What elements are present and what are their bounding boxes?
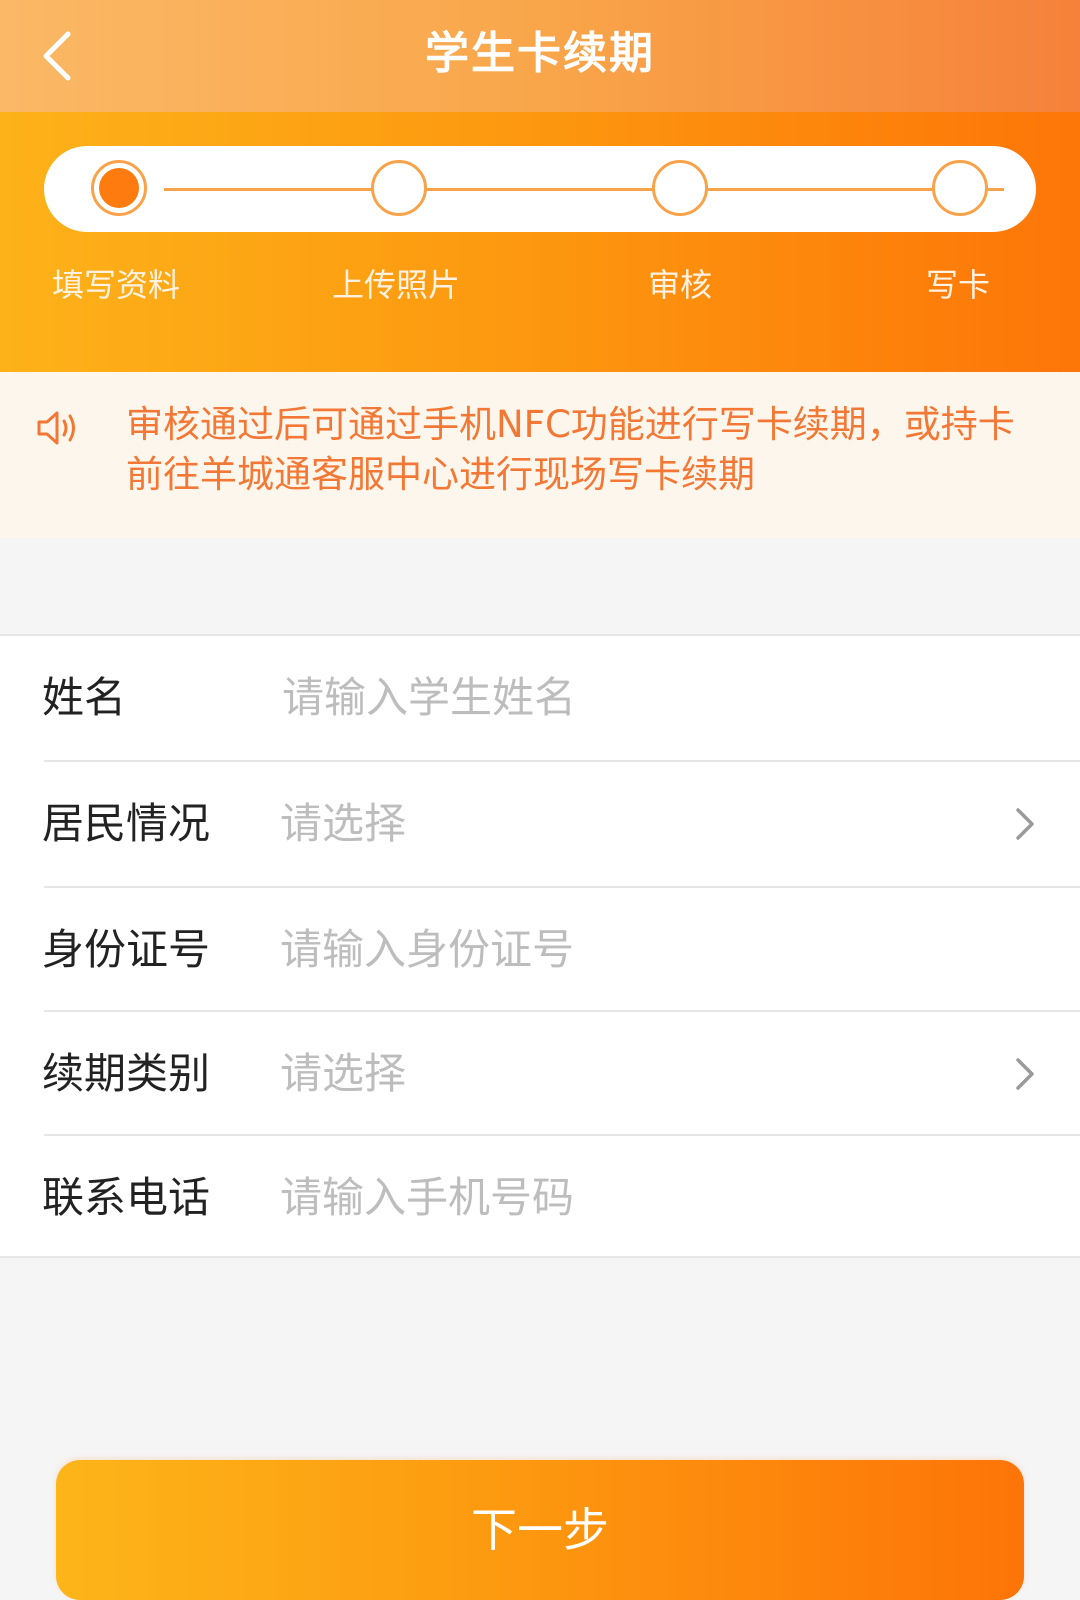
step-label-2: 上传照片 [332, 266, 461, 304]
field-phone-row[interactable]: 联系电话 [0, 1136, 1080, 1260]
phone-input[interactable] [280, 1136, 980, 1260]
field-renewal-type-label: 续期类别 [42, 1049, 211, 1098]
notice-text: 审核通过后可通过手机NFC功能进行写卡续期，或持卡前往羊城通客服中心进行现场写卡… [126, 403, 1015, 496]
field-idcard-label: 身份证号 [42, 925, 211, 974]
step-dot-4 [932, 160, 988, 216]
page-title: 学生卡续期 [425, 28, 655, 79]
next-step-button[interactable]: 下一步 [56, 1460, 1024, 1600]
renewal-form: 姓名 居民情况 请选择 身份证号 续期类别 请选择 联系电话 [0, 634, 1080, 1260]
field-residence-label: 居民情况 [42, 799, 211, 848]
idcard-input[interactable] [280, 888, 980, 1012]
step-label-1: 填写资料 [52, 266, 181, 304]
chevron-right-icon [1016, 808, 1034, 840]
step-track [44, 146, 1036, 232]
step-label-3: 审核 [648, 266, 713, 304]
residence-select[interactable]: 请选择 [280, 762, 980, 886]
field-residence-row[interactable]: 居民情况 请选择 [0, 762, 1080, 886]
field-name-label: 姓名 [42, 673, 127, 722]
renewal-type-select[interactable]: 请选择 [280, 1012, 980, 1136]
step-dot-2 [371, 160, 427, 216]
field-name-row[interactable]: 姓名 [0, 636, 1080, 760]
step-label-4: 写卡 [926, 266, 991, 304]
field-renewal-type-row[interactable]: 续期类别 请选择 [0, 1012, 1080, 1136]
step-dot-3 [652, 160, 708, 216]
field-phone-label: 联系电话 [42, 1173, 211, 1222]
chevron-right-icon [1016, 1058, 1034, 1090]
step-progress: 填写资料 上传照片 审核 写卡 [0, 112, 1080, 372]
speaker-icon [37, 411, 75, 445]
top-bar: 学生卡续期 [0, 0, 1080, 112]
name-input[interactable] [282, 636, 982, 760]
step-track-line [164, 188, 1004, 191]
step-dot-1 [91, 160, 147, 216]
field-idcard-row[interactable]: 身份证号 [0, 888, 1080, 1012]
